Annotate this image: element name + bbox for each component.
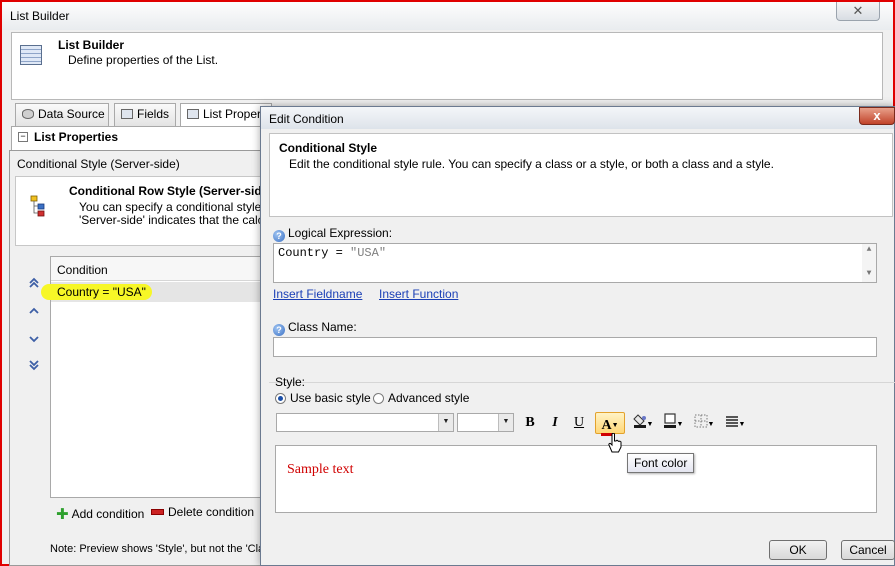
list-icon <box>20 45 42 65</box>
expression-left: Country = <box>278 246 351 260</box>
insert-function-link[interactable]: Insert Function <box>379 287 458 301</box>
minus-icon <box>151 509 164 515</box>
header-title: Conditional Row Style (Server-side <box>69 184 269 198</box>
bold-button[interactable]: B <box>520 412 540 434</box>
insert-fieldname-link[interactable]: Insert Fieldname <box>273 287 362 301</box>
tooltip: Font color <box>627 453 695 473</box>
close-button[interactable]: ✕ <box>836 2 880 21</box>
radio-label: Advanced style <box>388 391 470 405</box>
dropdown-arrow-icon: ▼ <box>676 421 684 428</box>
style-label: Style: <box>275 375 306 389</box>
delete-condition-label: Delete condition <box>168 505 255 519</box>
hand-cursor-icon <box>608 433 622 453</box>
tab-label: Data Source <box>38 107 105 121</box>
alignment-button[interactable]: ▼ <box>723 412 747 434</box>
condition-text: Country = "USA" <box>57 285 146 299</box>
expression-text: Country = "USA" <box>278 246 386 260</box>
section-title: List Properties <box>34 130 119 144</box>
dropdown-arrow-icon: ▼ <box>611 422 619 429</box>
list-properties-icon <box>187 109 199 119</box>
basic-style-radio[interactable]: Use basic style <box>275 391 371 405</box>
border-color-icon <box>663 413 676 428</box>
hierarchy-icon <box>30 195 45 217</box>
radio-unselected-icon <box>373 393 384 404</box>
dropdown-arrow-icon: ▼ <box>498 414 513 431</box>
close-button[interactable]: x <box>859 107 895 125</box>
window-title: List Builder <box>10 9 70 23</box>
delete-condition-button[interactable]: Delete condition <box>151 505 254 519</box>
double-chevron-down-icon <box>29 360 39 371</box>
preview-note: Note: Preview shows 'Style', but not the… <box>50 543 265 555</box>
divider <box>269 382 895 383</box>
style-preview: Sample text <box>275 445 877 513</box>
double-chevron-up-icon <box>29 277 39 288</box>
borders-icon <box>694 414 708 428</box>
chevron-down-icon <box>29 336 39 343</box>
dialog-header: Conditional Style Edit the conditional s… <box>269 133 893 217</box>
preview-text: Sample text <box>287 462 354 477</box>
font-color-button[interactable]: A▼ <box>595 412 625 436</box>
paint-bucket-icon <box>632 414 646 428</box>
border-color-button[interactable]: ▼ <box>661 412 685 434</box>
ok-button[interactable]: OK <box>769 540 827 560</box>
move-top-button[interactable] <box>26 277 42 293</box>
tab-label: Fields <box>137 107 170 121</box>
underline-button[interactable]: U <box>569 412 589 434</box>
dropdown-arrow-icon: ▼ <box>738 421 746 428</box>
header-title: List Builder <box>58 38 125 52</box>
list-builder-titlebar: List Builder ✕ <box>2 2 893 30</box>
edit-condition-dialog: Edit Condition x Conditional Style Edit … <box>260 106 895 566</box>
advanced-style-radio[interactable]: Advanced style <box>373 391 469 405</box>
tab-label: List Propert <box>203 107 265 121</box>
plus-icon: ✚ <box>56 506 69 523</box>
expression-string: "USA" <box>350 246 387 260</box>
radio-label: Use basic style <box>290 391 371 405</box>
tab-list-properties[interactable]: List Propert <box>180 103 272 126</box>
move-bottom-button[interactable] <box>26 359 42 375</box>
add-condition-label: Add condition <box>71 507 145 521</box>
header-description: You can specify a conditional style each <box>79 200 291 214</box>
tab-fields[interactable]: Fields <box>114 103 176 126</box>
chevron-up-icon <box>29 307 39 314</box>
window-title: Conditional Style (Server-side) <box>17 157 180 171</box>
fields-icon <box>121 109 133 119</box>
header-description: Define properties of the List. <box>68 53 219 67</box>
class-name-label: ? Class Name: <box>273 320 357 336</box>
header-title: Conditional Style <box>279 141 378 155</box>
label-text: Logical Expression: <box>288 226 393 240</box>
move-up-button[interactable] <box>26 305 42 321</box>
help-icon[interactable]: ? <box>273 324 285 336</box>
logical-expression-input[interactable]: Country = "USA" ▲ ▼ <box>273 243 877 283</box>
borders-button[interactable]: ▼ <box>692 412 716 434</box>
dropdown-arrow-icon: ▼ <box>707 421 715 428</box>
background-color-button[interactable]: ▼ <box>631 412 655 434</box>
collapse-toggle[interactable]: − <box>18 132 28 142</box>
add-condition-button[interactable]: ✚ Add condition <box>56 505 144 523</box>
radio-selected-icon <box>275 393 286 404</box>
label-text: Class Name: <box>288 320 357 334</box>
dialog-titlebar: Edit Condition x <box>261 107 895 129</box>
header-description: 'Server-side' indicates that the calcula… <box>79 213 286 227</box>
database-icon <box>22 109 34 119</box>
dropdown-arrow-icon: ▼ <box>438 414 453 431</box>
font-family-select[interactable]: ▼ <box>276 413 454 432</box>
logical-expression-label: ? Logical Expression: <box>273 226 392 242</box>
condition-cell[interactable]: Country = "USA" <box>41 284 152 300</box>
cancel-button[interactable]: Cancel <box>841 540 895 560</box>
align-icon <box>725 416 738 427</box>
list-builder-header: List Builder Define properties of the Li… <box>11 32 883 100</box>
header-description: Edit the conditional style rule. You can… <box>289 157 774 171</box>
dropdown-arrow-icon: ▼ <box>646 421 654 428</box>
column-header-condition: Condition <box>57 263 108 277</box>
italic-button[interactable]: I <box>545 412 565 434</box>
dialog-title: Edit Condition <box>269 112 344 126</box>
tab-data-source[interactable]: Data Source <box>15 103 109 126</box>
class-name-input[interactable] <box>273 337 877 357</box>
move-down-button[interactable] <box>26 333 42 349</box>
scrollbar[interactable]: ▲ ▼ <box>862 244 876 282</box>
font-size-select[interactable]: ▼ <box>457 413 514 432</box>
help-icon[interactable]: ? <box>273 230 285 242</box>
